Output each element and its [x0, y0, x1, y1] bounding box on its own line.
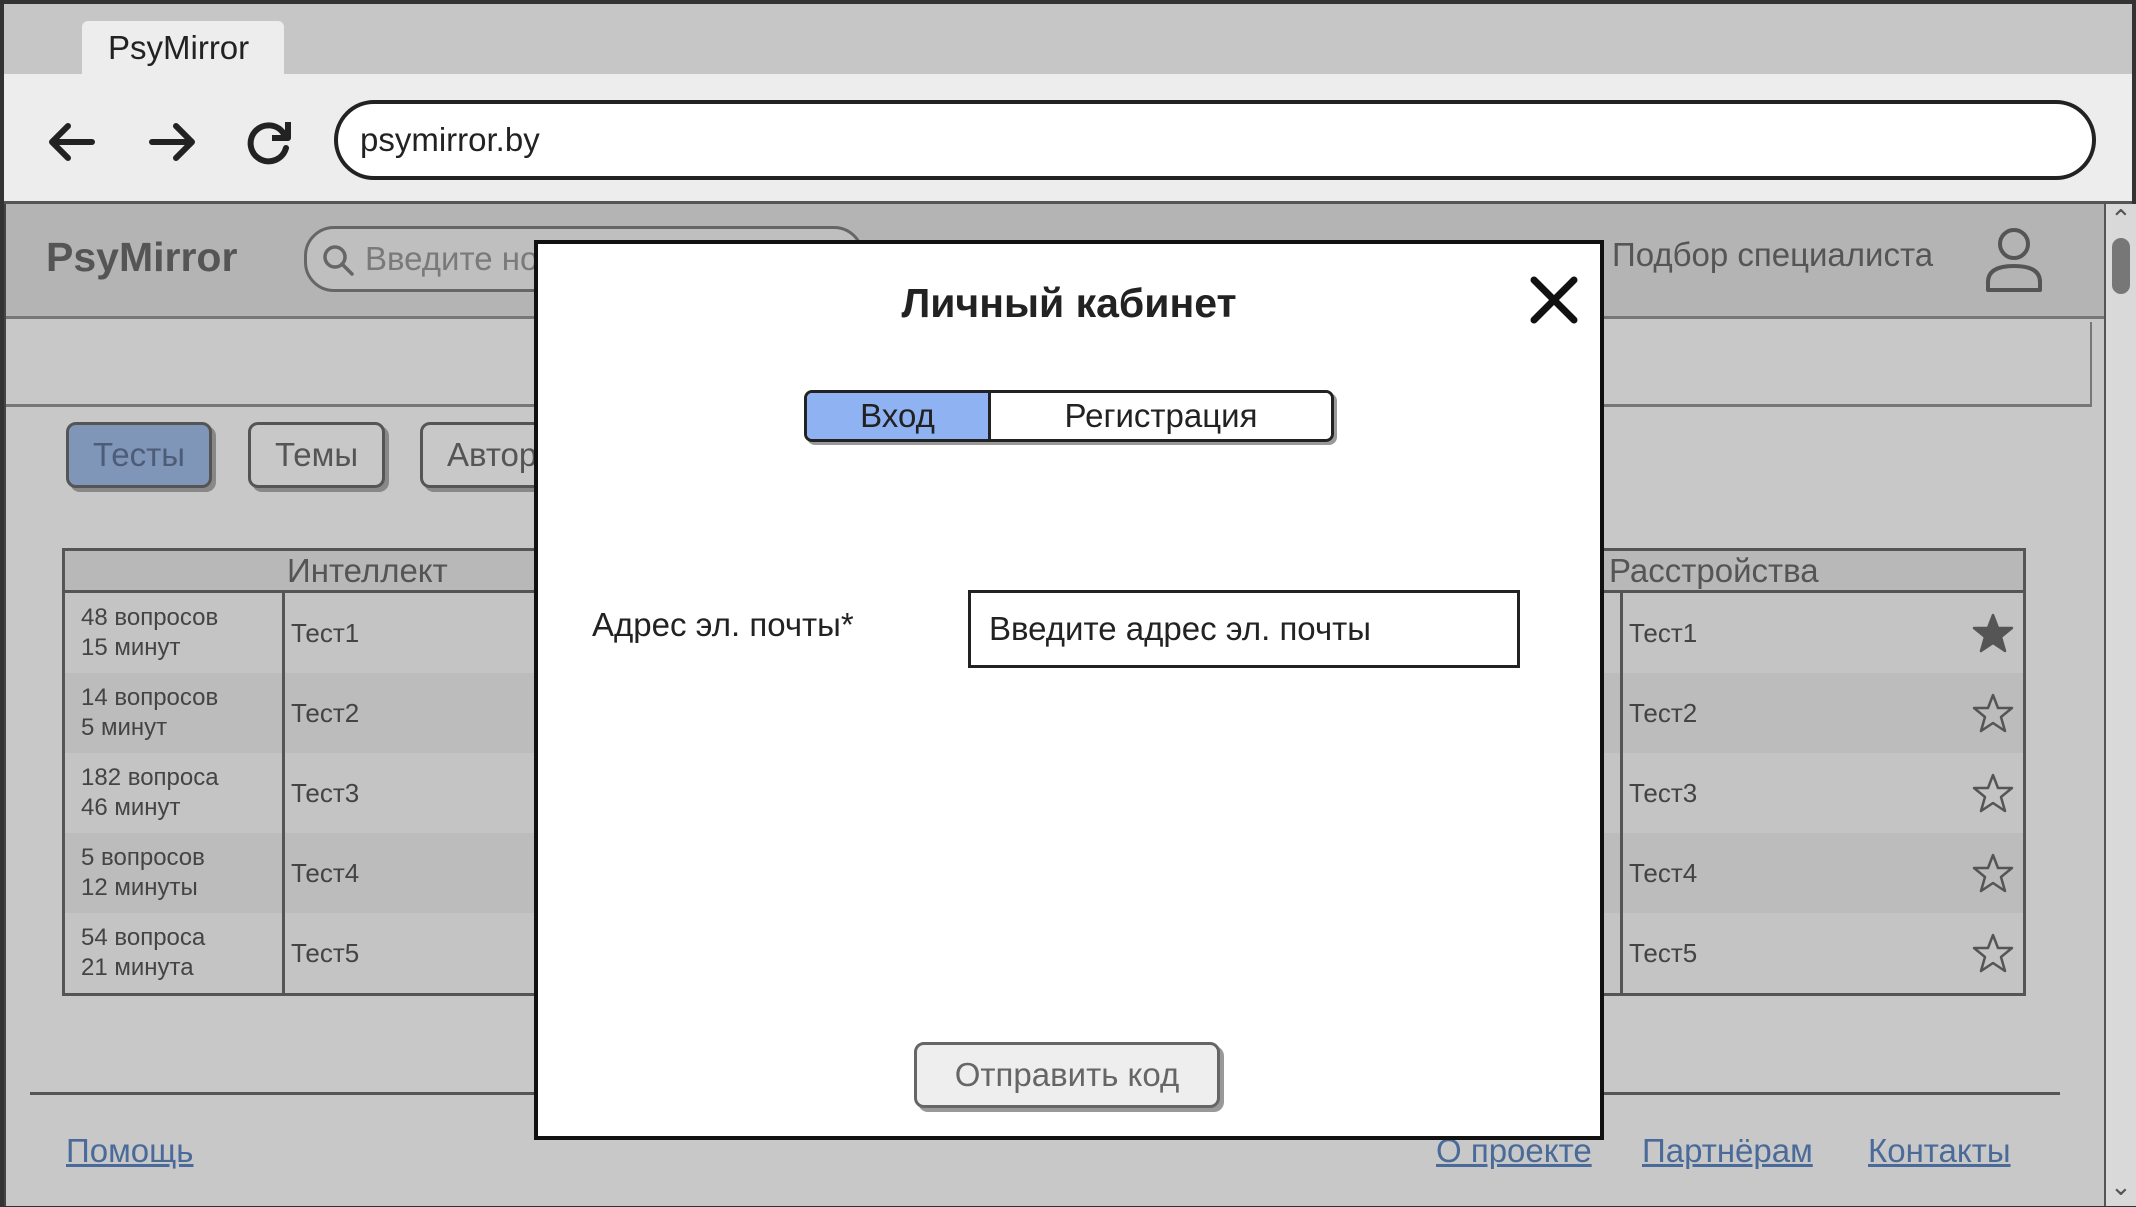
test-name: Тест5 — [291, 938, 360, 968]
table-row[interactable]: Тест2 — [1599, 673, 2023, 753]
test-meta: 54 вопроса 21 минута — [65, 913, 285, 993]
close-icon — [1530, 276, 1578, 324]
table-intellect: Интеллект 48 вопросов 15 минут Тест1 14 в… — [62, 548, 562, 996]
test-meta: 182 вопроса 46 минут — [65, 753, 285, 833]
pill-tests[interactable]: Тесты — [66, 422, 212, 488]
table-row[interactable]: Тест3 — [1599, 753, 2023, 833]
test-name: Тест5 — [1629, 938, 1698, 968]
forward-button[interactable] — [142, 112, 202, 172]
reload-button[interactable] — [238, 112, 298, 172]
arrow-left-icon — [49, 123, 95, 161]
scroll-down-icon[interactable]: ⌄ — [2110, 1171, 2132, 1202]
reload-icon — [247, 122, 291, 165]
close-button[interactable] — [1524, 270, 1584, 330]
table-row[interactable]: 5 вопросов 12 минуты Тест4 — [65, 833, 559, 913]
table-header: Интеллект — [65, 551, 559, 593]
favorite-button[interactable] — [1963, 673, 2023, 753]
auth-tabs: Вход Регистрация — [804, 390, 1334, 442]
modal-title: Личный кабинет — [901, 280, 1237, 326]
table-row[interactable]: Тест5 — [1599, 913, 2023, 993]
test-name: Тест3 — [291, 778, 360, 808]
scroll-up-icon[interactable]: ⌃ — [2110, 204, 2132, 235]
star-outline-icon — [1972, 773, 2014, 813]
star-outline-icon — [1972, 853, 2014, 893]
test-name: Тест2 — [291, 698, 360, 728]
table-row[interactable]: 48 вопросов 15 минут Тест1 — [65, 593, 559, 673]
footer-partners-link[interactable]: Партнёрам — [1642, 1132, 1813, 1170]
test-name: Тест3 — [1629, 778, 1698, 808]
star-outline-icon — [1972, 933, 2014, 973]
browser-toolbar: psymirror.by — [4, 74, 2132, 204]
footer-help-link[interactable]: Помощь — [66, 1132, 193, 1170]
email-field[interactable]: Введите адрес эл. почты — [968, 590, 1520, 668]
table-row[interactable]: 54 вопроса 21 минута Тест5 — [65, 913, 559, 993]
footer-contacts-link[interactable]: Контакты — [1868, 1132, 2011, 1170]
test-name: Тест4 — [291, 858, 360, 888]
browser-window: PsyMirror psymirror.by PsyMirror Введите… — [0, 0, 2136, 1207]
favorite-button[interactable] — [1963, 833, 2023, 913]
tab-bar: PsyMirror — [4, 4, 2132, 75]
test-meta: 5 вопросов 12 минуты — [65, 833, 285, 913]
favorite-button[interactable] — [1963, 913, 2023, 993]
arrow-right-icon — [149, 123, 195, 161]
back-button[interactable] — [42, 112, 102, 172]
table-row[interactable]: 182 вопроса 46 минут Тест3 — [65, 753, 559, 833]
star-outline-icon — [1972, 693, 2014, 733]
test-name: Тест1 — [1629, 618, 1698, 648]
email-label: Адрес эл. почты* — [592, 606, 854, 643]
site-logo[interactable]: PsyMirror — [46, 234, 237, 281]
address-bar[interactable]: psymirror.by — [334, 100, 2096, 180]
browser-tab[interactable]: PsyMirror — [82, 21, 284, 75]
send-code-button[interactable]: Отправить код — [914, 1042, 1220, 1108]
table-row[interactable]: 14 вопросов 5 минут Тест2 — [65, 673, 559, 753]
search-placeholder: Введите но — [365, 240, 539, 277]
test-name: Тест4 — [1629, 858, 1698, 888]
table-header: Расстройства — [1599, 551, 2023, 593]
user-icon[interactable] — [1984, 226, 2044, 294]
table-row[interactable]: Тест4 — [1599, 833, 2023, 913]
login-modal: Личный кабинет Вход Регистрация Адрес эл… — [534, 240, 1604, 1140]
favorite-button[interactable] — [1963, 593, 2023, 673]
specialist-link[interactable]: Подбор специалиста — [1612, 236, 1933, 274]
test-name: Тест1 — [291, 618, 360, 648]
scroll-thumb[interactable] — [2112, 238, 2130, 294]
favorite-button[interactable] — [1963, 753, 2023, 833]
search-icon — [323, 245, 354, 276]
test-name: Тест2 — [1629, 698, 1698, 728]
test-meta: 14 вопросов 5 минут — [65, 673, 285, 753]
table-disorders: Расстройства Тест1 Тест2 Тест3 Тест4 Тес… — [1596, 548, 2026, 996]
tab-login[interactable]: Вход — [807, 393, 991, 439]
star-filled-icon — [1972, 613, 2014, 653]
tab-register[interactable]: Регистрация — [991, 393, 1331, 439]
scrollbar[interactable]: ⌃ ⌄ — [2104, 204, 2136, 1206]
pill-topics[interactable]: Темы — [248, 422, 386, 488]
test-meta: 48 вопросов 15 минут — [65, 593, 285, 673]
table-row[interactable]: Тест1 — [1599, 593, 2023, 673]
